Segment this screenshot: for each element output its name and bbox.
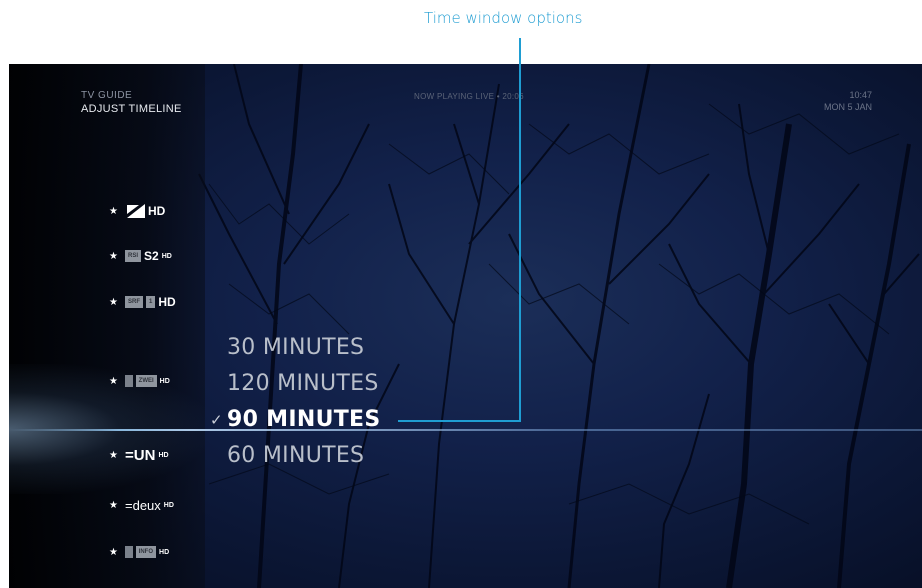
clock-date: MON 5 JAN [823,102,872,112]
pro7-logo-icon [127,204,145,218]
option-120-minutes[interactable]: 120 MINUTES [227,366,381,402]
callout-line-vertical [519,38,521,422]
sidebar [9,64,205,588]
channel-logo: HD [125,204,165,218]
channel-item[interactable]: ★ HD [109,200,165,222]
channel-item[interactable]: ★ SRF 1 HD [109,291,176,313]
channel-item[interactable]: ★ ZWEI HD [109,370,170,392]
star-icon: ★ [109,250,118,262]
channel-item[interactable]: ★ RSI S2 HD [109,245,172,267]
annotation-area: Time window options [0,0,922,64]
channel-logo: RSI S2 HD [125,249,172,263]
now-playing-text: NOW PLAYING LIVE • 20:06 [414,92,524,101]
selected-option-label: 90 MINUTES [227,407,381,432]
channel-item[interactable]: ★ =UN HD [109,444,169,466]
channel-logo: =UN HD [125,446,169,464]
star-icon: ★ [109,296,118,308]
option-90-minutes-selected[interactable]: ✓ 90 MINUTES [210,402,381,438]
annotation-label: Time window options [424,9,583,27]
channel-logo: INFO HD [125,546,169,558]
channel-logo: SRF 1 HD [125,295,176,309]
page-title: TV GUIDE [81,90,133,101]
star-icon: ★ [109,375,118,387]
star-icon: ★ [109,205,118,217]
callout-line-horizontal [398,420,521,422]
channel-logo: ZWEI HD [125,375,170,387]
time-window-options: 30 MINUTES 120 MINUTES ✓ 90 MINUTES 60 MI… [210,330,381,474]
star-icon: ★ [109,546,118,558]
check-icon: ✓ [210,411,223,429]
star-icon: ★ [109,499,118,511]
option-60-minutes[interactable]: 60 MINUTES [227,438,381,474]
channel-item[interactable]: ★ =deux HD [109,494,174,516]
channel-item[interactable]: ★ INFO HD [109,541,169,563]
option-30-minutes[interactable]: 30 MINUTES [227,330,381,366]
clock-time: 10:47 [849,90,872,100]
tv-screen: TV GUIDE ADJUST TIMELINE NOW PLAYING LIV… [9,64,922,588]
timeline-selection-line [9,429,922,431]
page-subtitle: ADJUST TIMELINE [81,103,182,115]
channel-logo: =deux HD [125,497,174,513]
star-icon: ★ [109,449,118,461]
